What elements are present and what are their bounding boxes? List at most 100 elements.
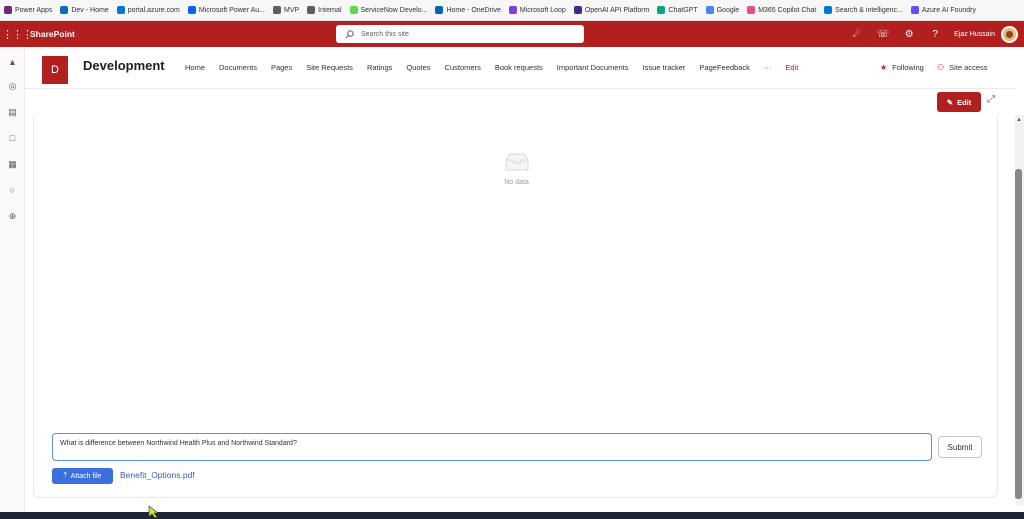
bookmark-favicon-icon [187,6,196,14]
bookmark-favicon-icon [307,6,316,14]
bookmark-favicon-icon [747,6,756,14]
bookmark-label: ServiceNow Develo... [360,6,428,14]
command-bar: ✎ Edit ⤢ [25,89,1015,115]
bookmark-item[interactable]: Dev - Home [60,6,109,14]
following-button[interactable]: ★ Following [880,63,924,72]
bookmark-favicon-icon [824,6,833,14]
list-icon[interactable]: ▦ [0,159,25,170]
bookmark-favicon-icon [349,6,358,14]
bookmark-favicon-icon [910,6,919,14]
bookmark-favicon-icon [4,6,12,14]
home-icon[interactable]: ▲ [0,57,25,67]
bookmark-item[interactable]: Google [705,6,740,14]
scrollbar-thumb[interactable] [1015,169,1022,499]
following-label: Following [892,63,924,72]
search-box[interactable]: Search this site [336,25,584,43]
bookmark-item[interactable]: Microsoft Loop [508,6,566,14]
bookmark-item[interactable]: Internal [307,6,342,14]
nav-item[interactable]: Ratings [367,63,392,72]
star-icon: ★ [880,63,888,72]
site-title[interactable]: Development [83,58,165,73]
chat-webpart: No data What is difference between North… [33,116,998,498]
add-icon[interactable]: ⊕ [0,211,25,222]
site-logo[interactable]: D [42,56,68,84]
bookmark-label: Home - OneDrive [446,6,501,14]
nav-item[interactable]: Issue tracker [642,63,685,72]
bookmark-item[interactable]: OpenAI API Platform [573,6,650,14]
edit-page-button[interactable]: ✎ Edit [937,92,981,112]
empty-state-text: No data [504,179,529,186]
bookmark-item[interactable]: Microsoft Power Au... [187,6,265,14]
bookmark-label: Google [716,6,740,14]
site-access-button[interactable]: ⚇ Site access [937,63,988,72]
nav-item[interactable]: Customers [445,63,481,72]
question-input[interactable]: What is difference between Northwind Hea… [52,433,932,461]
bookmark-favicon-icon [60,6,69,14]
help-icon[interactable]: ? [922,29,948,40]
nav-item[interactable]: Pages [271,63,292,72]
left-rail: ▲ ◎ ▤ □ ▦ ○ ⊕ [0,47,25,519]
pencil-icon: ✎ [946,97,954,107]
attach-file-label: Attach file [70,472,102,480]
bookmark-favicon-icon [272,6,281,14]
user-name[interactable]: Ejaz Hussain [954,31,995,38]
bookmark-label: Power Apps [15,6,53,14]
bookmark-favicon-icon [573,6,582,14]
search-placeholder: Search this site [361,30,409,38]
bookmark-item[interactable]: Power Apps [4,6,52,14]
app-launcher-icon[interactable]: ⋮⋮⋮ [2,28,33,41]
megaphone-icon[interactable]: ☄ [844,29,870,40]
share-icon[interactable]: ☏ [870,29,896,40]
bookmark-label: Azure AI Foundry [921,6,976,14]
bookmark-label: Microsoft Power Au... [198,6,265,14]
bookmark-item[interactable]: portal.azure.com [116,6,180,14]
scroll-up-arrow-icon[interactable]: ▲ [1016,117,1022,123]
nav-item[interactable]: Book requests [495,63,543,72]
nav-item[interactable]: PageFeedback [699,63,749,72]
nav-edit-link[interactable]: Edit [785,63,798,72]
bookmark-item[interactable]: Home - OneDrive [435,6,501,14]
bookmark-item[interactable]: Azure AI Foundry [910,6,976,14]
bookmark-label: ChatGPT [668,6,698,14]
globe-icon[interactable]: ◎ [0,81,25,92]
bookmark-item[interactable]: M365 Copilot Chat [747,6,816,14]
bookmark-label: Internal [318,6,342,14]
bookmark-item[interactable]: MVP [272,6,299,14]
news-icon[interactable]: ▤ [0,107,25,118]
people-icon: ⚇ [937,63,945,72]
attached-file-name[interactable]: Benefit_Options.pdf [120,470,195,480]
bookmark-item[interactable]: Search & intelligenc... [824,6,903,14]
submit-button[interactable]: Submit [938,436,982,458]
nav-more[interactable]: ··· [764,63,772,72]
nav-item[interactable]: Home [185,63,205,72]
settings-icon[interactable]: ⚙ [896,29,922,40]
bookmark-favicon-icon [435,6,444,14]
nav-item[interactable]: Quotes [406,63,430,72]
bookmark-favicon-icon [705,6,714,14]
page-scrollbar[interactable] [1015,115,1024,505]
site-access-label: Site access [949,63,988,72]
file-icon[interactable]: □ [0,133,25,143]
header-actions: ☄ ☏ ⚙ ? Ejaz Hussain [844,21,1024,47]
bookmark-item[interactable]: ChatGPT [657,6,698,14]
expand-icon[interactable]: ⤢ [987,94,995,105]
nav-item[interactable]: Documents [219,63,257,72]
bookmark-item[interactable]: ServiceNow Develo... [349,6,428,14]
sharepoint-brand[interactable]: SharePoint [30,29,75,39]
bookmark-label: Search & intelligenc... [835,6,903,14]
bookmark-label: M365 Copilot Chat [758,6,817,14]
nav-item[interactable]: Site Requests [306,63,353,72]
upload-icon: ⤒ [63,472,67,479]
bookmark-label: portal.azure.com [127,6,180,14]
bookmarks-bar: Power Apps Dev - Home portal.azure.com Micr… [0,0,1024,21]
chat-icon[interactable]: ○ [0,185,25,195]
bookmark-label: OpenAI API Platform [584,6,650,14]
screen: Power Apps Dev - Home portal.azure.com Micr… [0,0,1024,519]
edit-page-label: Edit [957,97,972,107]
bookmark-favicon-icon [657,6,666,14]
avatar[interactable] [1001,25,1018,43]
search-icon [345,29,354,38]
nav-item[interactable]: Important Documents [557,63,629,72]
bookmark-favicon-icon [508,6,517,14]
attach-file-button[interactable]: ⤒ Attach file [52,468,113,484]
